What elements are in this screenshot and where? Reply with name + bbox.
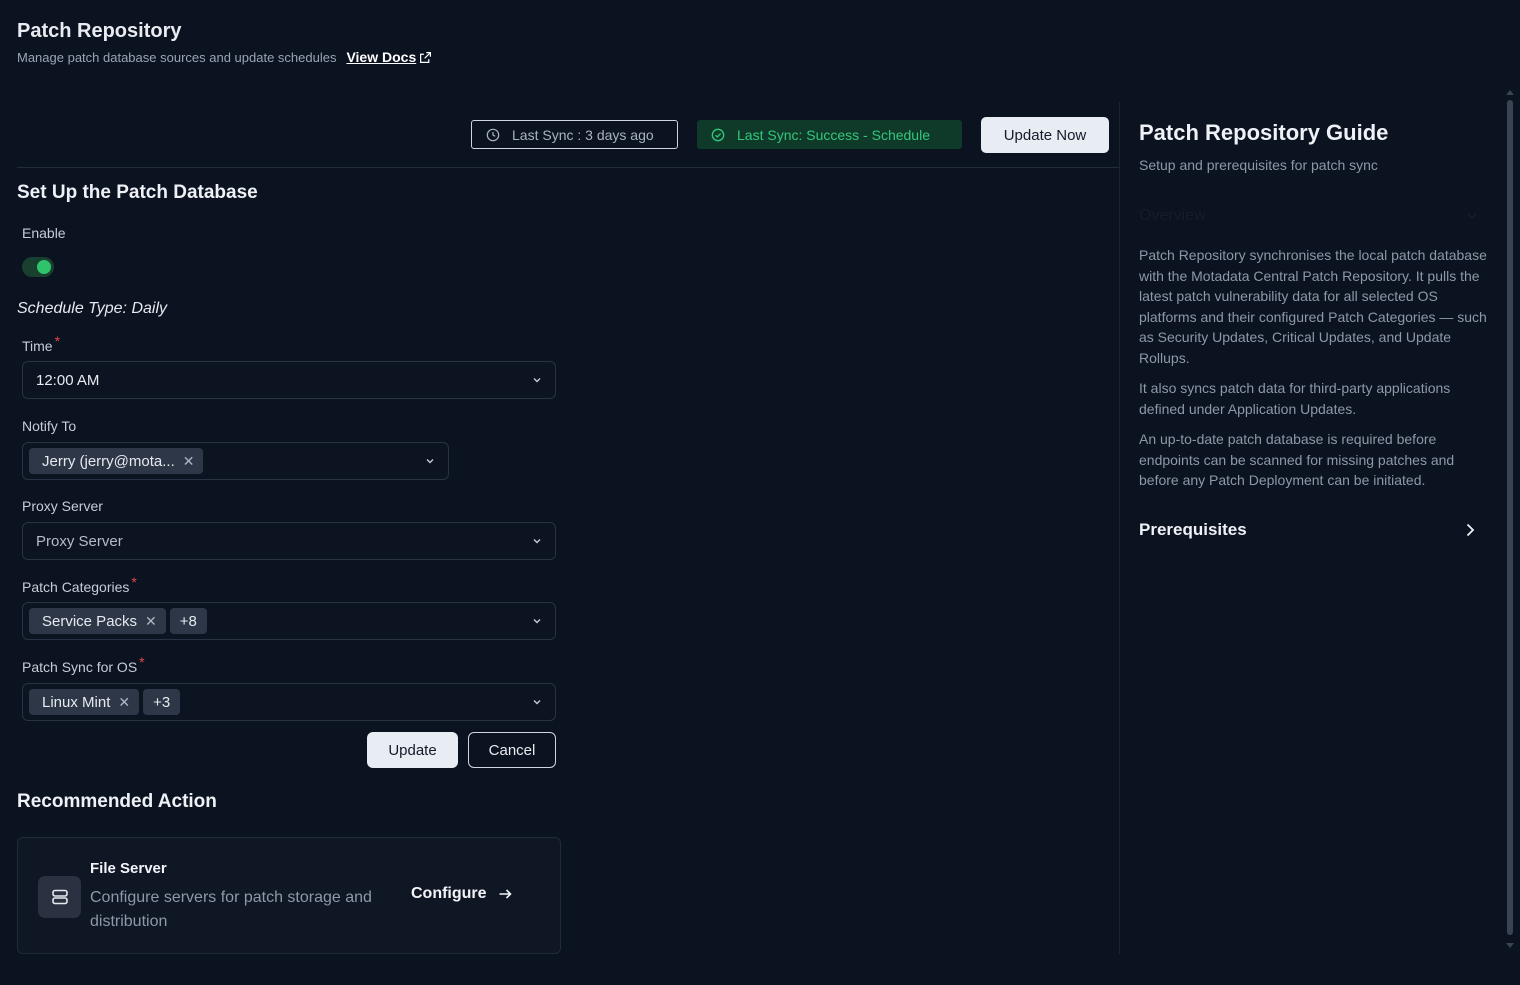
close-icon[interactable]: ✕ [118, 695, 130, 709]
configure-link[interactable]: Configure [411, 885, 513, 903]
setup-section-title: Set Up the Patch Database [17, 182, 258, 203]
categories-more-chip[interactable]: +8 [169, 608, 207, 634]
chevron-right-icon [1466, 523, 1475, 537]
notify-chip: Jerry (jerry@mota... ✕ [29, 448, 204, 474]
categories-chips: Service Packs ✕ +8 [29, 608, 531, 634]
check-circle-icon [711, 128, 725, 141]
configure-label: Configure [411, 885, 487, 902]
update-now-button[interactable]: Update Now [981, 117, 1109, 153]
arrow-right-icon [499, 889, 512, 899]
prerequisites-accordion[interactable]: Prerequisites [1139, 520, 1479, 540]
enable-label: Enable [22, 225, 66, 241]
panel-divider [1119, 102, 1120, 954]
chevron-down-icon [1467, 213, 1477, 220]
guide-paragraph-3: An up-to-date patch database is required… [1139, 431, 1455, 489]
toggle-knob [37, 260, 51, 274]
prerequisites-label: Prerequisites [1139, 520, 1247, 539]
update-button[interactable]: Update [367, 732, 458, 768]
guide-subtitle: Setup and prerequisites for patch sync [1139, 157, 1378, 173]
os-label: Patch Sync for OS * [22, 654, 145, 675]
chevron-down-icon [533, 539, 541, 544]
scroll-down-icon[interactable] [1506, 943, 1514, 948]
schedule-type: Schedule Type: Daily [17, 300, 167, 317]
os-chips: Linux Mint ✕ +3 [29, 689, 531, 715]
last-sync-badge: Last Sync : 3 days ago [471, 120, 678, 149]
notify-chips: Jerry (jerry@mota... ✕ [29, 448, 424, 474]
guide-scrollbar[interactable] [1506, 90, 1514, 948]
notify-chip-label: Jerry (jerry@mota... [42, 452, 175, 470]
os-label-text: Patch Sync for OS [22, 659, 138, 675]
category-chip: Service Packs ✕ [29, 608, 166, 634]
proxy-label: Proxy Server [22, 498, 103, 514]
page-subtitle-text: Manage patch database sources and update… [17, 49, 337, 65]
categories-select[interactable]: Service Packs ✕ +8 [22, 602, 556, 640]
chevron-down-icon [426, 459, 434, 464]
guide-title: Patch Repository Guide [1139, 120, 1389, 145]
card-description: Configure servers for patch storage and … [90, 889, 372, 930]
header-divider [17, 167, 1119, 168]
required-mark: * [54, 333, 61, 349]
os-select[interactable]: Linux Mint ✕ +3 [22, 683, 556, 721]
overview-accordion[interactable]: Overview [1139, 207, 1479, 225]
external-link-icon [420, 51, 432, 63]
categories-label-text: Patch Categories [22, 579, 130, 595]
proxy-select[interactable]: Proxy Server [22, 522, 556, 560]
notify-label: Notify To [22, 418, 77, 434]
os-more-chip[interactable]: +3 [143, 689, 181, 715]
time-label-text: Time [22, 338, 53, 354]
sync-status-text: Last Sync: Success - Schedule [737, 126, 930, 143]
page-subtitle: Manage patch database sources and update… [17, 49, 432, 65]
time-label: Time * [22, 333, 60, 354]
close-icon[interactable]: ✕ [145, 614, 157, 628]
proxy-placeholder: Proxy Server [36, 532, 123, 550]
sync-status-badge: Last Sync: Success - Schedule [697, 120, 962, 149]
clock-icon [486, 128, 500, 141]
scroll-up-icon[interactable] [1506, 90, 1514, 95]
page-title: Patch Repository [17, 20, 182, 42]
server-icon [51, 889, 68, 905]
recommended-title: Recommended Action [17, 791, 217, 812]
server-icon-tile [38, 876, 81, 918]
card-title: File Server [90, 860, 167, 877]
overview-label: Overview [1139, 207, 1206, 224]
notify-select[interactable]: Jerry (jerry@mota... ✕ [22, 442, 449, 480]
os-chip-label: Linux Mint [42, 693, 111, 711]
os-chip: Linux Mint ✕ [29, 689, 140, 715]
time-select[interactable]: 12:00 AM [22, 361, 556, 399]
scroll-thumb[interactable] [1507, 100, 1513, 935]
view-docs-label: View Docs [346, 49, 417, 65]
chevron-down-icon [533, 700, 541, 705]
last-sync-text: Last Sync : 3 days ago [512, 126, 654, 143]
time-value: 12:00 AM [36, 371, 100, 389]
file-server-card: File Server Configure servers for patch … [17, 837, 561, 954]
required-mark: * [131, 574, 137, 590]
enable-toggle[interactable] [22, 257, 54, 277]
close-icon[interactable]: ✕ [183, 454, 195, 468]
categories-label: Patch Categories * [22, 574, 137, 595]
view-docs-link[interactable]: View Docs [346, 49, 432, 65]
cancel-button[interactable]: Cancel [468, 732, 556, 768]
chevron-down-icon [533, 619, 541, 624]
category-chip-label: Service Packs [42, 612, 138, 630]
required-mark: * [139, 654, 145, 670]
guide-paragraph-2: It also syncs patch data for third-party… [1139, 380, 1451, 417]
guide-paragraph-1: Patch Repository synchronises the local … [1139, 247, 1487, 366]
chevron-down-icon [533, 378, 541, 383]
